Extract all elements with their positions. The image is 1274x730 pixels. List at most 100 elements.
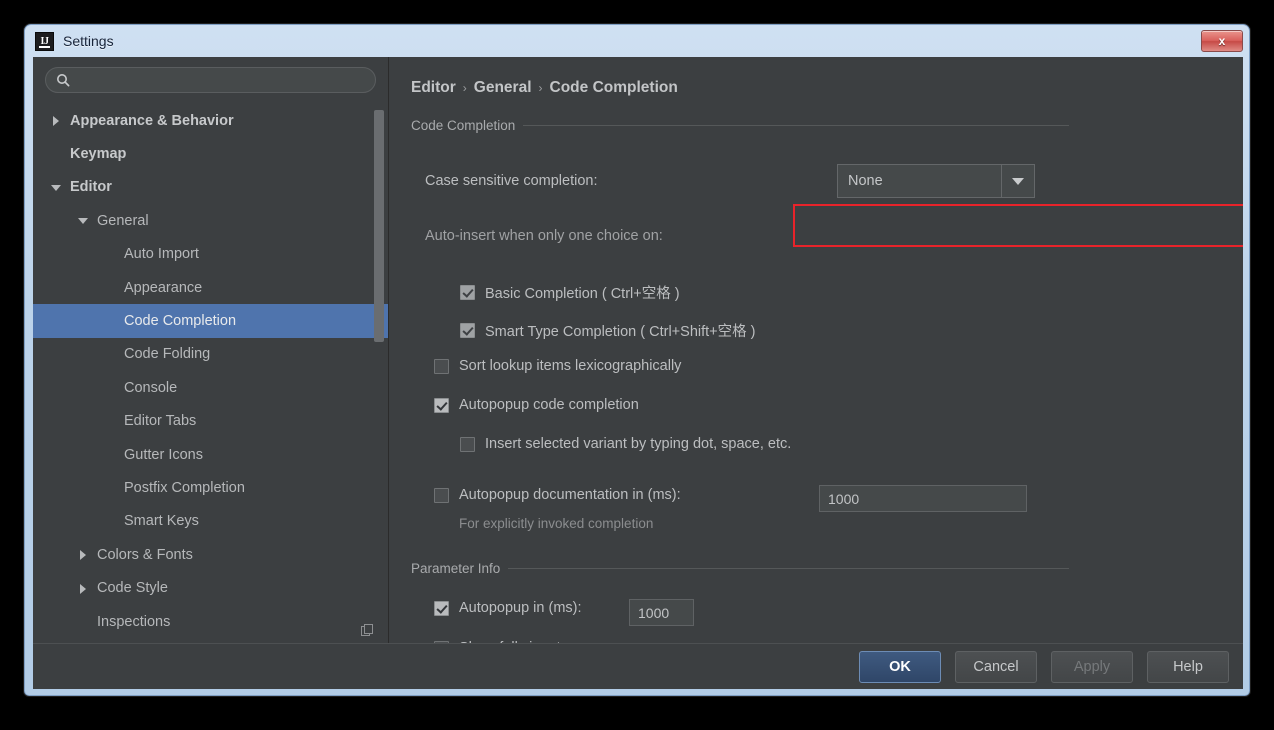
sidebar-item-editor-tabs[interactable]: Editor Tabs [33, 405, 388, 438]
chevron-right-icon[interactable] [51, 115, 62, 127]
explicit-hint-row: For explicitly invoked completion [459, 516, 653, 531]
chevron-right-icon[interactable] [78, 549, 89, 561]
case-sensitive-completion-label: Case sensitive completion: [425, 173, 598, 189]
parameter-autopopup-label: Autopopup in (ms): [459, 600, 582, 616]
parameter-autopopup-input[interactable] [629, 599, 694, 626]
smart-type-completion-label: Smart Type Completion ( Ctrl+Shift+空格 ) [485, 324, 756, 340]
chevron-right-icon: › [462, 81, 467, 95]
group-header-code-completion: Code Completion [389, 118, 1243, 133]
sidebar-item-appearance-behavior[interactable]: Appearance & Behavior [33, 104, 388, 137]
sidebar-item-colors-fonts[interactable]: Colors & Fonts [33, 538, 388, 571]
breadcrumb: Editor › General › Code Completion [411, 79, 678, 97]
autopopup-documentation-row[interactable]: Autopopup documentation in (ms): [434, 487, 681, 503]
sidebar-item-gutter-icons[interactable]: Gutter Icons [33, 438, 388, 471]
case-sensitive-completion-value: None [848, 173, 883, 189]
close-icon: x [1218, 34, 1226, 48]
sidebar-item-label: Code Style [97, 580, 168, 597]
dialog-footer: OK Cancel Apply Help [33, 643, 1243, 689]
title-bar: IJ Settings x [25, 25, 1249, 57]
sidebar-item-inspections[interactable]: Inspections [33, 605, 388, 638]
chevron-down-icon[interactable] [1001, 165, 1034, 197]
explicit-hint-label: For explicitly invoked completion [459, 516, 654, 531]
sidebar-item-label: Gutter Icons [124, 446, 203, 463]
smart-type-completion-checkbox[interactable] [460, 323, 475, 338]
breadcrumb-item-code-completion: Code Completion [549, 79, 678, 96]
sidebar-item-label: Postfix Completion [124, 479, 245, 496]
sidebar-item-label: Code Folding [124, 346, 211, 363]
basic-completion-row[interactable]: Basic Completion ( Ctrl+空格 ) [460, 282, 680, 303]
sidebar-item-smart-keys[interactable]: Smart Keys [33, 505, 388, 538]
copy-profile-icon[interactable] [361, 624, 374, 637]
sidebar-item-code-completion[interactable]: Code Completion [33, 304, 388, 338]
sort-lookup-label: Sort lookup items lexicographically [459, 358, 682, 374]
group-header-parameter-info: Parameter Info [389, 561, 1243, 576]
sidebar-item-label: Editor Tabs [124, 413, 197, 430]
chevron-down-icon[interactable] [51, 182, 62, 193]
sidebar-item-code-style[interactable]: Code Style [33, 571, 388, 604]
settings-window: IJ Settings x Appearance & Behavior Keym… [24, 24, 1250, 696]
chevron-down-icon[interactable] [78, 215, 89, 226]
chevron-right-icon[interactable] [78, 583, 89, 594]
insert-selected-variant-row[interactable]: Insert selected variant by typing dot, s… [460, 436, 791, 452]
apply-button[interactable]: Apply [1051, 650, 1133, 683]
sidebar-item-label: Editor [70, 179, 112, 196]
sidebar-item-appearance[interactable]: Appearance [33, 271, 388, 304]
autopopup-code-completion-label: Autopopup code completion [459, 397, 639, 413]
sidebar-item-editor[interactable]: Editor [33, 171, 388, 204]
help-button[interactable]: Help [1147, 650, 1229, 683]
sidebar-item-label: Keymap [70, 146, 127, 163]
sidebar-scrollbar[interactable] [374, 104, 384, 643]
insert-selected-variant-label: Insert selected variant by typing dot, s… [485, 436, 792, 452]
sort-lookup-row[interactable]: Sort lookup items lexicographically [434, 358, 681, 374]
search-icon [57, 74, 70, 87]
insert-selected-variant-checkbox[interactable] [460, 436, 475, 452]
group-title: Code Completion [411, 118, 516, 133]
autopopup-documentation-label: Autopopup documentation in (ms): [459, 487, 681, 503]
highlight-annotation-box [793, 204, 1243, 247]
parameter-autopopup-checkbox[interactable] [434, 600, 449, 616]
cancel-button[interactable]: Cancel [955, 650, 1037, 683]
autopopup-documentation-input[interactable] [819, 485, 1027, 512]
settings-detail-panel: Editor › General › Code Completion Code … [389, 57, 1243, 643]
sidebar-item-postfix-completion[interactable]: Postfix Completion [33, 471, 388, 504]
ok-button[interactable]: OK [859, 650, 941, 683]
basic-completion-checkbox[interactable] [460, 285, 475, 300]
sidebar-item-auto-import[interactable]: Auto Import [33, 238, 388, 271]
autopopup-code-completion-checkbox[interactable] [434, 397, 449, 413]
content-area: Appearance & Behavior Keymap Editor General… [33, 57, 1243, 643]
search-input[interactable] [76, 71, 365, 89]
sidebar-item-console[interactable]: Console [33, 371, 388, 404]
sidebar-item-label: Auto Import [124, 246, 199, 263]
chevron-right-icon: › [538, 81, 543, 95]
sidebar-scrollbar-thumb[interactable] [374, 110, 384, 342]
sidebar-item-general[interactable]: General [33, 204, 388, 237]
group-divider [523, 125, 1069, 126]
sidebar-item-label: Appearance [124, 279, 203, 296]
breadcrumb-item-general[interactable]: General [474, 79, 532, 97]
sort-lookup-checkbox[interactable] [434, 358, 449, 374]
sidebar-item-label: Console [124, 379, 178, 396]
smart-type-completion-row[interactable]: Smart Type Completion ( Ctrl+Shift+空格 ) [460, 320, 756, 341]
autopopup-code-completion-row[interactable]: Autopopup code completion [434, 397, 639, 413]
case-sensitive-completion-select[interactable]: None [837, 164, 1035, 198]
sidebar-item-code-folding[interactable]: Code Folding [33, 338, 388, 371]
intellij-idea-icon: IJ [35, 31, 54, 51]
sidebar-item-label: General [97, 212, 149, 229]
sidebar-item-keymap[interactable]: Keymap [33, 137, 388, 170]
parameter-autopopup-row[interactable]: Autopopup in (ms): [434, 600, 582, 616]
breadcrumb-item-editor[interactable]: Editor [411, 79, 456, 97]
sidebar-item-label: Smart Keys [124, 513, 199, 530]
close-button[interactable]: x [1201, 30, 1243, 52]
sidebar-item-label: Inspections [97, 613, 171, 630]
window-title: Settings [63, 33, 114, 49]
search-field[interactable] [45, 67, 376, 93]
autopopup-documentation-checkbox[interactable] [434, 487, 449, 503]
